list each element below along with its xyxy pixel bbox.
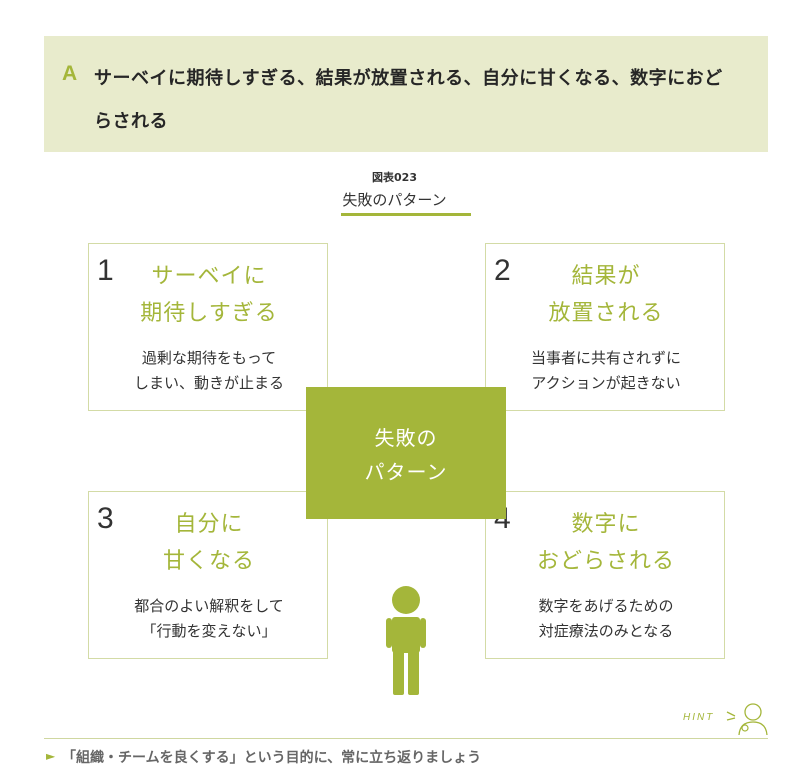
pattern-description-line-2: 「行動を変えない」 [141, 622, 277, 640]
pattern-description: 当事者に共有されずに アクションが起きない [486, 346, 726, 396]
pattern-title-line-1: 自分に [174, 512, 244, 537]
pattern-title-line-2: 放置される [548, 301, 664, 326]
pattern-box-2: 2 結果が 放置される 当事者に共有されずに アクションが起きない [485, 243, 725, 411]
answer-banner [44, 36, 768, 152]
center-label-line-1: 失敗の [374, 426, 438, 450]
pattern-title-line-1: 数字に [571, 512, 641, 537]
answer-text-line-2: らされる [94, 111, 168, 132]
center-label-line-2: パターン [364, 460, 448, 484]
hint-person-icon [726, 703, 768, 736]
page: A サーベイに期待しすぎる、結果が放置される、自分に甘くなる、数字におど らされ… [0, 0, 789, 776]
answer-mark: A [62, 62, 78, 85]
pattern-title-line-1: 結果が [571, 264, 641, 289]
pattern-description-line-2: しまい、動きが止まる [133, 374, 284, 392]
pattern-description: 過剰な期待をもって しまい、動きが止まる [89, 346, 329, 396]
hint-divider [44, 738, 768, 739]
pattern-title-line-2: おどらされる [536, 549, 675, 574]
figure-title: 失敗のパターン [342, 191, 447, 209]
pattern-title-line-1: サーベイに [151, 264, 267, 289]
figure-number: 図表023 [372, 171, 417, 184]
pattern-description-line-1: 都合のよい解釈をして [134, 597, 284, 615]
pattern-box-4: 4 数字に おどらされる 数字をあげるための 対症療法のみとなる [485, 491, 725, 659]
pattern-title: 自分に 甘くなる [89, 506, 329, 580]
pattern-description-line-1: 当事者に共有されずに [530, 349, 681, 367]
person-icon [386, 586, 426, 695]
pattern-description-line-2: 対症療法のみとなる [538, 622, 674, 640]
pattern-description: 都合のよい解釈をして 「行動を変えない」 [89, 594, 329, 644]
hint-arrow-icon: ► [46, 749, 56, 763]
center-label: 失敗の パターン [306, 421, 506, 489]
pattern-title-line-2: 期待しすぎる [140, 301, 278, 326]
pattern-box-3: 3 自分に 甘くなる 都合のよい解釈をして 「行動を変えない」 [88, 491, 328, 659]
answer-text-line-1: サーベイに期待しすぎる、結果が放置される、自分に甘くなる、数字におど [94, 68, 723, 89]
pattern-title-line-2: 甘くなる [162, 549, 255, 574]
figure-title-underline [341, 213, 471, 216]
center-block: 失敗の パターン [306, 387, 506, 519]
pattern-title: 結果が 放置される [486, 258, 726, 332]
pattern-box-1: 1 サーベイに 期待しすぎる 過剰な期待をもって しまい、動きが止まる [88, 243, 328, 411]
hint-label: HINT [683, 712, 715, 723]
hint-text: 「組織・チームを良くする」という目的に、常に立ち返りましょう [62, 750, 482, 766]
pattern-description-line-2: アクションが起きない [531, 374, 681, 392]
pattern-title: 数字に おどらされる [486, 506, 726, 580]
pattern-title: サーベイに 期待しすぎる [89, 258, 329, 332]
pattern-description-line-1: 数字をあげるための [538, 597, 674, 615]
pattern-description-line-1: 過剰な期待をもって [141, 349, 277, 367]
pattern-description: 数字をあげるための 対症療法のみとなる [486, 594, 726, 644]
